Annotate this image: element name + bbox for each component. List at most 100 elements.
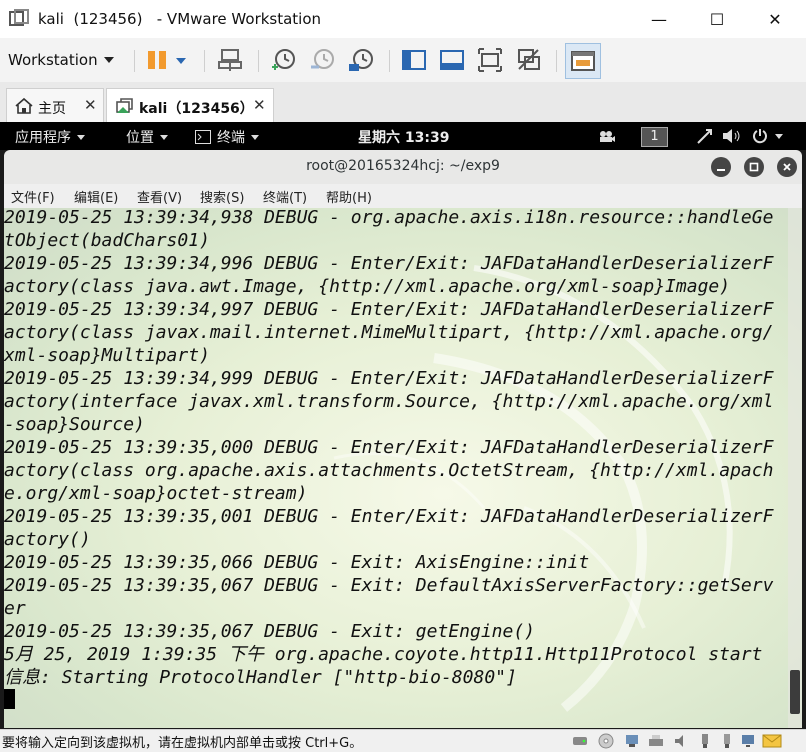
terminal-close-button[interactable] [777, 157, 797, 177]
chevron-down-icon [77, 134, 85, 140]
gnome-top-bar: 应用程序 位置 终端 星期六 13:39 1 [0, 122, 806, 150]
terminal-line: tObject(badChars01) [4, 230, 210, 251]
printer-icon[interactable] [648, 733, 664, 749]
chevron-down-icon [160, 134, 168, 140]
volume-icon[interactable] [722, 128, 742, 144]
toolbar: Workstation [0, 38, 806, 83]
workspace-indicator[interactable]: 1 [641, 127, 668, 147]
chevron-down-icon[interactable] [775, 134, 783, 139]
terminal-text: 2019-05-25 13:39:34,938 DEBUG - org.apac… [4, 208, 788, 712]
terminal-line: xml-soap}Multipart) [4, 345, 210, 366]
usb-device-icon[interactable] [719, 733, 735, 749]
thumbnail-bar-icon[interactable] [439, 47, 465, 73]
unity-icon[interactable] [516, 47, 542, 73]
tab-strip: 主页 ✕ kali（123456） ✕ [0, 82, 806, 124]
network-icon[interactable] [696, 128, 714, 144]
close-icon: ✕ [768, 9, 782, 29]
menu-search[interactable]: 搜索(S) [200, 187, 244, 206]
menu-edit[interactable]: 编辑(E) [74, 187, 118, 206]
terminal-line: 信息: Starting ProtocolHandler ["http-bio-… [4, 667, 517, 688]
terminal-line: actory(class javax.mail.internet.MimeMul… [4, 322, 774, 343]
pause-icon[interactable] [144, 47, 170, 73]
library-view-icon[interactable] [401, 47, 427, 73]
tab-home-label: 主页 [38, 101, 66, 117]
terminal-menubar: 文件(F) 编辑(E) 查看(V) 搜索(S) 终端(T) 帮助(H) [4, 184, 802, 208]
terminal-minimize-button[interactable] [711, 157, 731, 177]
maximize-icon: ☐ [709, 9, 725, 29]
status-bar: 要将输入定向到该虚拟机，请在虚拟机内部单击或按 Ctrl+G。 [0, 729, 806, 752]
power-dropdown-icon[interactable] [170, 47, 192, 73]
toolbar-divider [258, 50, 259, 72]
close-icon [783, 163, 791, 171]
terminal-scrollbar[interactable] [788, 208, 802, 728]
terminal-icon [195, 130, 211, 144]
menu-terminal[interactable]: 终端(T) [263, 187, 307, 206]
places-menu-label: 位置 [126, 130, 154, 146]
tab-kali-label: kali（123456） [139, 101, 254, 117]
message-icon[interactable] [762, 733, 782, 749]
vm-icon [116, 98, 133, 113]
applications-menu[interactable]: 应用程序 [15, 127, 85, 147]
camera-icon[interactable] [598, 129, 616, 143]
terminal-app-label: 终端 [217, 130, 245, 146]
toolbar-divider [134, 50, 135, 72]
clock[interactable]: 星期六 13:39 [358, 127, 449, 147]
close-icon[interactable]: ✕ [253, 96, 266, 114]
terminal-line: 5月 25, 2019 1:39:35 下午 org.apache.coyote… [4, 644, 763, 665]
chevron-down-icon [103, 57, 114, 63]
usb-icon[interactable] [697, 733, 713, 749]
applications-menu-label: 应用程序 [15, 130, 71, 146]
terminal-output[interactable]: 2019-05-25 13:39:34,938 DEBUG - org.apac… [4, 208, 802, 728]
terminal-line: 2019-05-25 13:39:34,999 DEBUG - Enter/Ex… [4, 368, 774, 389]
tab-kali[interactable]: kali（123456） ✕ [106, 88, 274, 124]
terminal-app-menu[interactable]: 终端 [195, 127, 259, 147]
terminal-line: er [4, 598, 26, 619]
terminal-cursor [4, 689, 15, 709]
minimize-icon: — [651, 9, 667, 29]
maximize-button[interactable]: ☐ [688, 0, 746, 38]
terminal-line: 2019-05-25 13:39:35,001 DEBUG - Enter/Ex… [4, 506, 774, 527]
terminal-line: -soap}Source) [4, 414, 145, 435]
send-keys-icon[interactable] [217, 47, 243, 73]
title-bar: kali (123456) - VMware Workstation — ☐ ✕ [0, 0, 806, 38]
workstation-menu-label: Workstation [8, 51, 98, 69]
terminal-maximize-button[interactable] [744, 157, 764, 177]
sound-card-icon[interactable] [673, 733, 689, 749]
chevron-down-icon [251, 134, 259, 140]
display-icon[interactable] [740, 733, 756, 749]
workstation-menu[interactable]: Workstation [8, 48, 114, 72]
toolbar-divider [556, 50, 557, 72]
terminal-line: 2019-05-25 13:39:34,938 DEBUG - org.apac… [4, 208, 774, 228]
terminal-titlebar[interactable]: root@20165324hcj: ~/exp9 [4, 150, 802, 184]
close-icon[interactable]: ✕ [84, 96, 97, 114]
home-icon [15, 97, 33, 114]
revert-snapshot-icon[interactable] [309, 47, 335, 73]
places-menu[interactable]: 位置 [126, 127, 168, 147]
minimize-button[interactable]: — [630, 0, 688, 38]
minimize-icon [717, 169, 725, 171]
terminal-line: actory(class org.apache.axis.attachments… [4, 460, 774, 481]
power-icon[interactable] [752, 128, 768, 144]
close-button[interactable]: ✕ [746, 0, 804, 38]
vm-screen[interactable]: 应用程序 位置 终端 星期六 13:39 1 root@20165324hcj:… [0, 122, 806, 729]
snapshot-icon[interactable] [270, 47, 296, 73]
snapshot-manager-icon[interactable] [348, 47, 374, 73]
terminal-line: 2019-05-25 13:39:35,000 DEBUG - Enter/Ex… [4, 437, 774, 458]
status-message: 要将输入定向到该虚拟机，请在虚拟机内部单击或按 Ctrl+G。 [2, 736, 363, 751]
toolbar-divider [389, 50, 390, 72]
terminal-line: e.org/xml-soap}octet-stream) [4, 483, 308, 504]
console-view-icon [571, 51, 595, 71]
menu-help[interactable]: 帮助(H) [326, 187, 372, 206]
network-adapter-icon[interactable] [624, 733, 640, 749]
terminal-line: 2019-05-25 13:39:34,996 DEBUG - Enter/Ex… [4, 253, 774, 274]
console-view-button[interactable] [565, 43, 601, 79]
toolbar-divider [204, 50, 205, 72]
tab-home[interactable]: 主页 ✕ [6, 88, 104, 123]
cd-dvd-icon[interactable] [598, 733, 614, 749]
full-screen-icon[interactable] [477, 47, 503, 73]
hard-disk-icon[interactable] [572, 733, 588, 749]
menu-file[interactable]: 文件(F) [11, 187, 55, 206]
scrollbar-thumb[interactable] [790, 670, 800, 714]
menu-view[interactable]: 查看(V) [137, 187, 182, 206]
window-title: kali (123456) - VMware Workstation [38, 10, 322, 28]
